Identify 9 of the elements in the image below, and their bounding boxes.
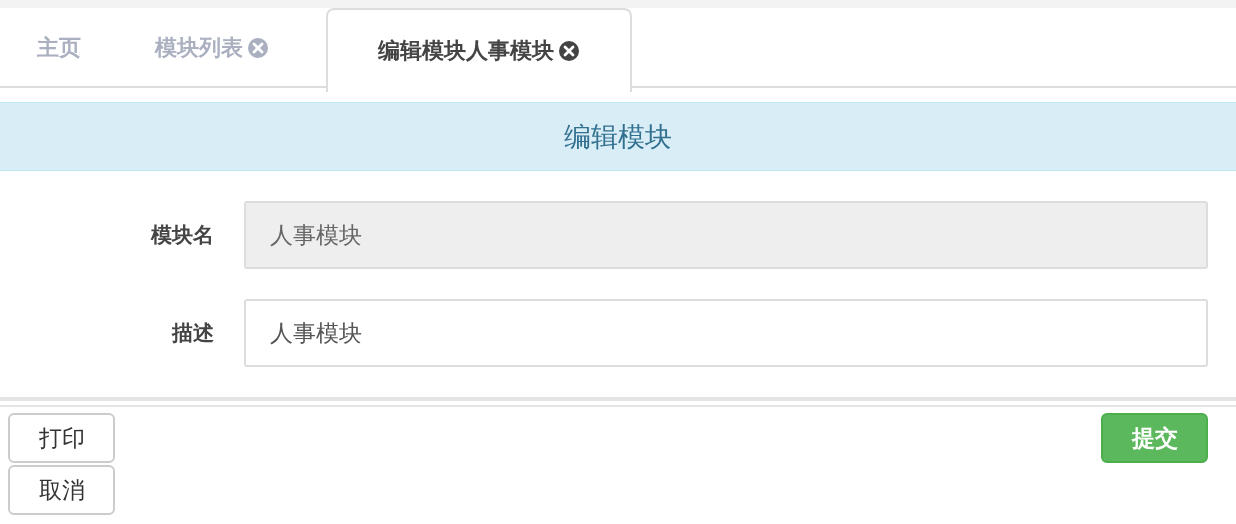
action-button[interactable]: 取消 <box>8 465 115 515</box>
field-label: 模块名 <box>149 222 214 249</box>
panel-title: 编辑模块 <box>564 119 672 154</box>
close-icon[interactable] <box>558 40 580 62</box>
tab-label[interactable]: 编辑模块人事模块 <box>378 36 554 66</box>
input-field[interactable]: 人事模块 <box>244 299 1208 367</box>
action-button[interactable]: 打印 <box>8 413 115 463</box>
tab[interactable]: 编辑模块人事模块 <box>326 8 632 92</box>
field-label: 描述 <box>170 320 214 347</box>
